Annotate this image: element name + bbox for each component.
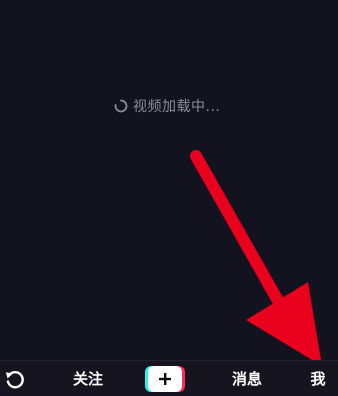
plus-icon <box>159 372 171 385</box>
loading-indicator: 视频加载中... <box>114 96 220 116</box>
tab-follow-label: 关注 <box>72 370 103 388</box>
bottom-tab-bar: 关注 消息 我 <box>0 360 338 396</box>
loading-spinner-icon <box>114 99 128 113</box>
loading-text: 视频加载中... <box>133 99 221 115</box>
tab-messages-label: 消息 <box>231 370 262 388</box>
plus-button-shape <box>145 365 185 392</box>
tab-me[interactable]: 我 <box>304 361 332 396</box>
video-player[interactable]: 视频加载中... <box>0 0 338 360</box>
tab-messages[interactable]: 消息 <box>226 361 268 396</box>
tab-follow[interactable]: 关注 <box>66 361 110 396</box>
refresh-icon <box>5 370 24 388</box>
create-video-button[interactable] <box>144 361 186 396</box>
refresh-button[interactable] <box>0 361 30 396</box>
tab-me-label: 我 <box>310 370 326 388</box>
